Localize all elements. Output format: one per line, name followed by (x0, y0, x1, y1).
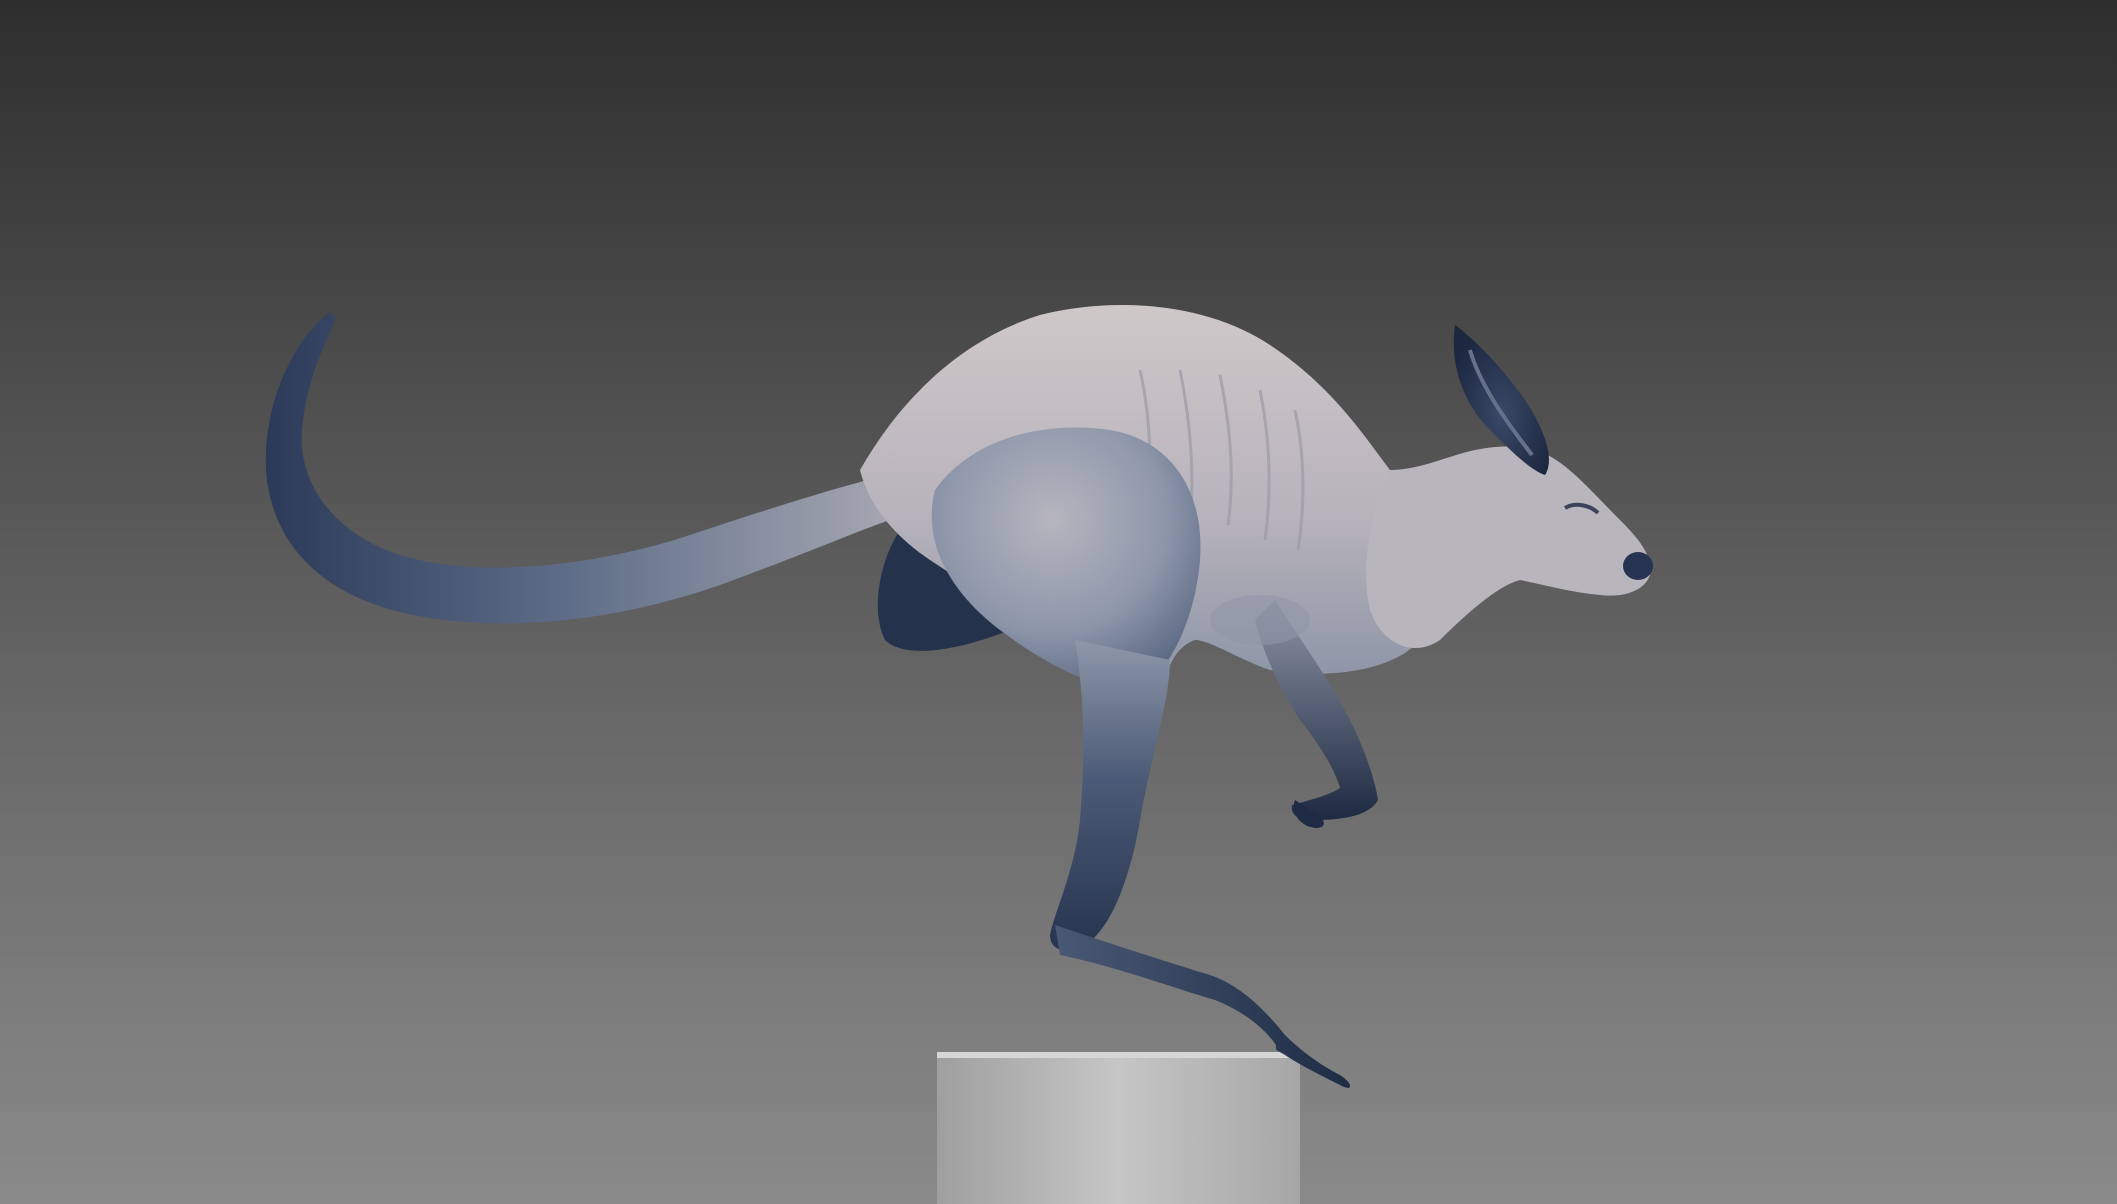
viewport-canvas[interactable] (0, 0, 2117, 1204)
kangaroo-thigh (931, 427, 1201, 690)
pedestal (937, 1052, 1300, 1204)
kangaroo-head (1366, 446, 1651, 649)
kangaroo-nose (1623, 552, 1653, 580)
kangaroo-pouch-shadow (1210, 595, 1310, 645)
sculpt-scene (265, 305, 1653, 1204)
kangaroo-shin (1050, 640, 1170, 951)
kangaroo-tail (265, 312, 910, 624)
